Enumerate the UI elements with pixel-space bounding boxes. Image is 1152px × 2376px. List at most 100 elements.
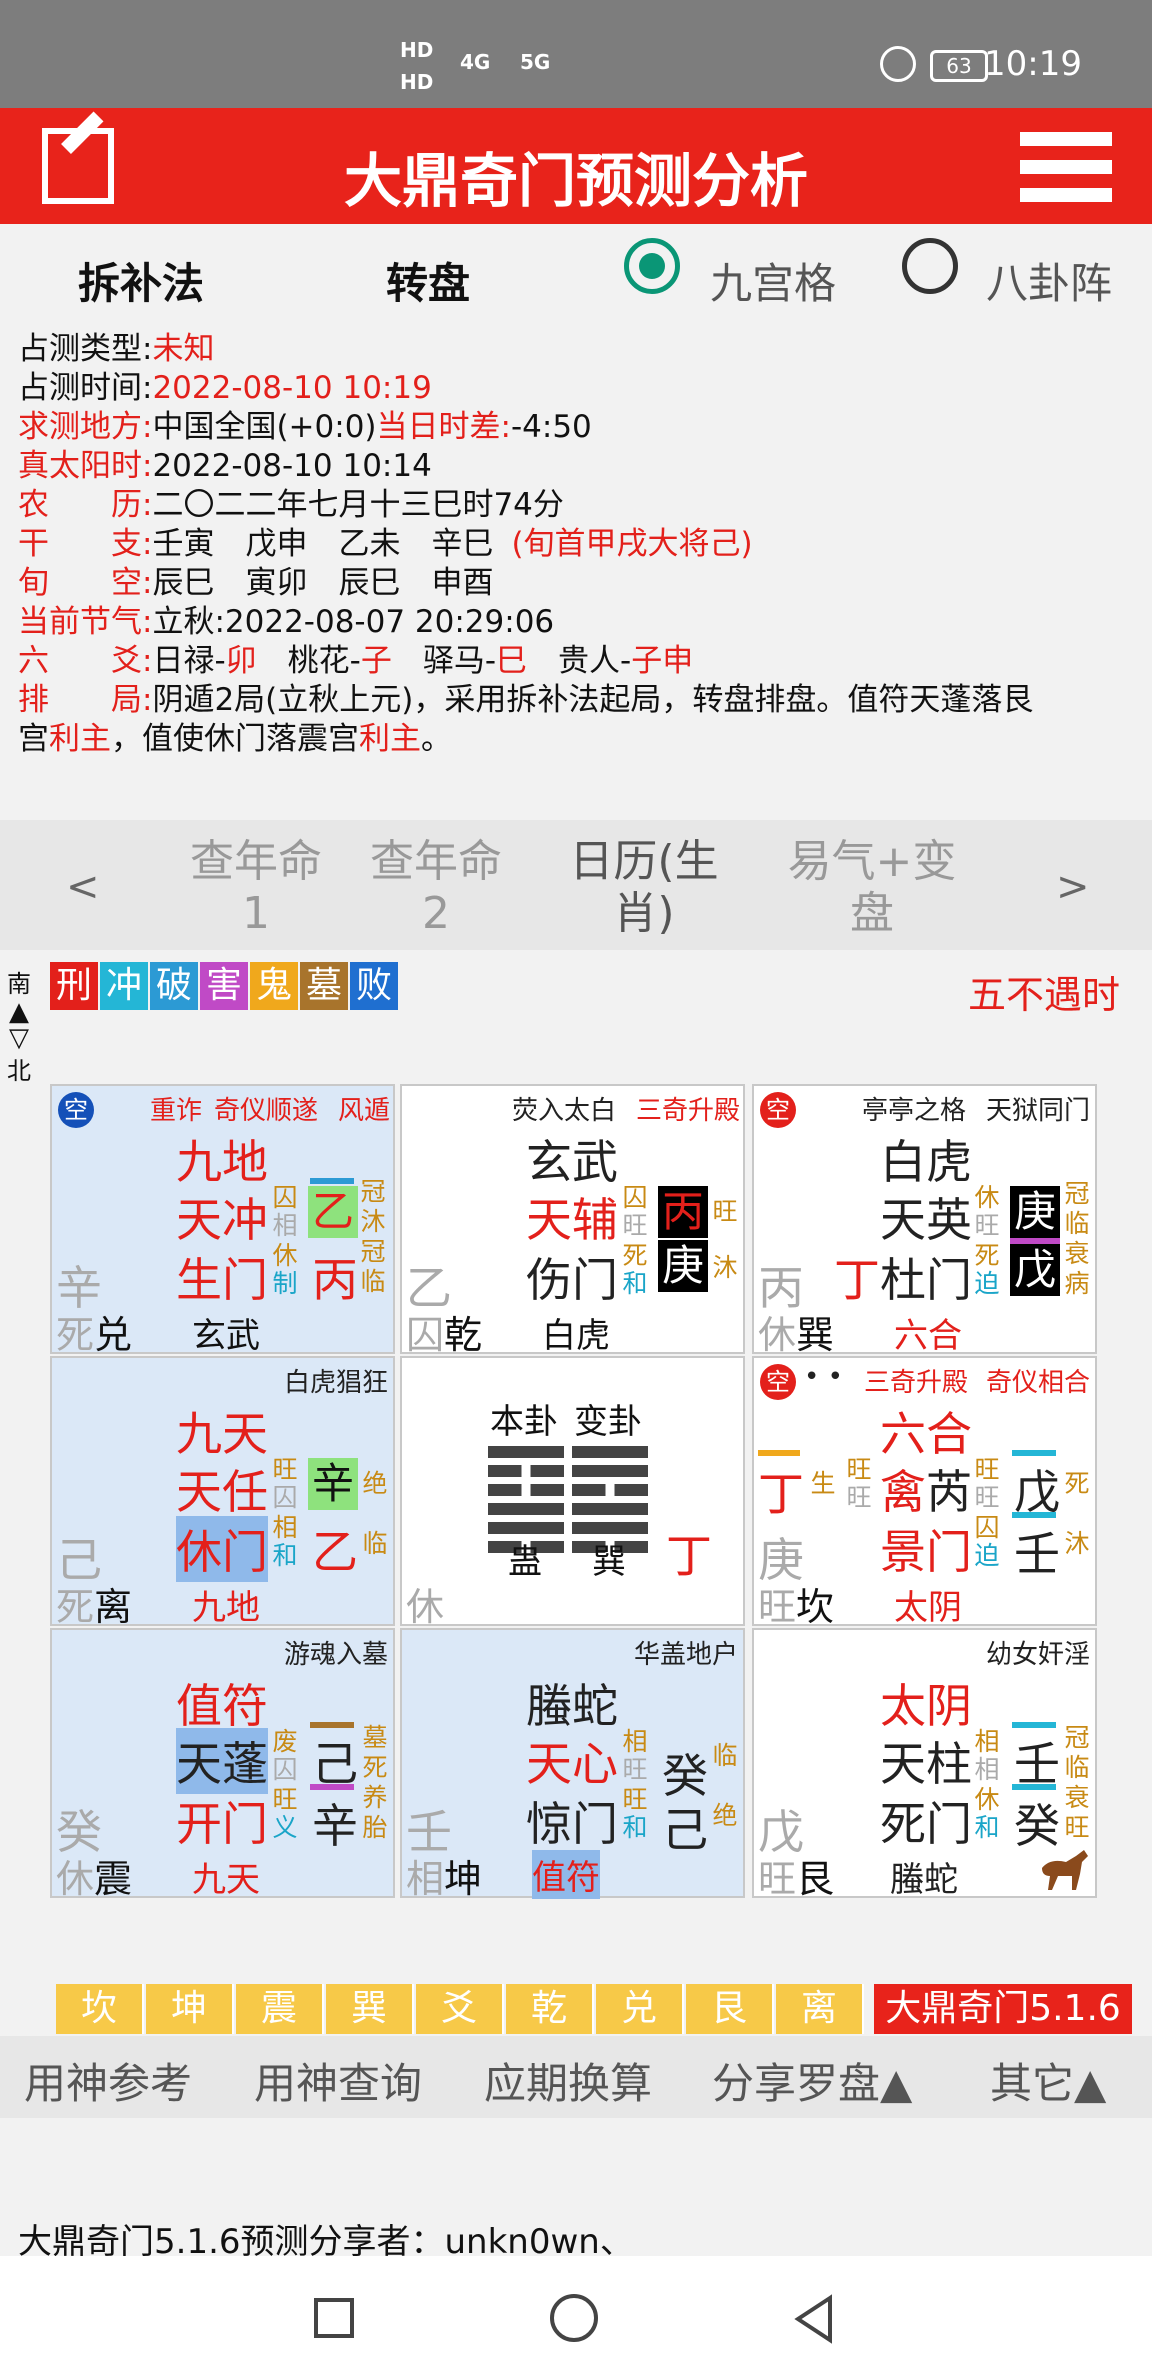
state-label: 旺 xyxy=(622,1785,648,1814)
palace-cell-li[interactable]: 荧入太白 三奇升殿 玄武 天辅 伤门 囚 旺 死 和 丙 庚 旺 沐 乙 囚乾 … xyxy=(400,1084,745,1357)
tab-chanianming-2[interactable]: 查年命 2 xyxy=(346,836,526,940)
marker-dots: • • xyxy=(804,1362,843,1392)
tab-chanianming-1[interactable]: 查年命 1 xyxy=(166,836,346,940)
info-label: 当日时差: xyxy=(376,409,511,445)
hd-signal-label: HD xyxy=(400,38,434,62)
earth-stem: 己 xyxy=(662,1803,708,1857)
tab-next-arrow[interactable]: > xyxy=(1056,864,1090,910)
radio-jiugongge-label[interactable]: 九宫格 xyxy=(710,250,836,311)
palace-name: 休巽 xyxy=(758,1304,834,1359)
state-label: 囚 xyxy=(622,1183,648,1212)
cycle-label: 冠 xyxy=(360,1237,386,1266)
palace-cell-zhen[interactable]: 白虎猖狂 九天 天任 休门 旺 囚 相 和 辛 乙 绝 临 己 死离 九地 xyxy=(50,1356,395,1629)
palace-cell-kan[interactable]: 华盖地户 螣蛇 天心 惊门 相 旺 旺 和 癸 己 临 绝 壬 相坤 值符 xyxy=(400,1628,745,1901)
bagua-zhen[interactable]: 震 xyxy=(236,1984,324,2034)
nav-yongshen-ref[interactable]: 用神参考 xyxy=(24,2050,192,2111)
state-label: 休 xyxy=(272,1241,298,1270)
cycle-label: 沐 xyxy=(360,1207,386,1236)
state-label: 旺 xyxy=(974,1455,1000,1484)
palace-name: 死兑 xyxy=(56,1304,132,1359)
info-value: 利主 xyxy=(359,721,421,757)
tab-label: 肖) xyxy=(613,888,675,939)
menu-icon[interactable] xyxy=(1020,132,1112,204)
door-label: 生门 xyxy=(176,1253,268,1307)
stem-label: 丁 xyxy=(834,1253,880,1307)
cycle-label: 胎 xyxy=(362,1813,388,1842)
palace-cell-qian[interactable]: 幼女奸淫 太阴 天柱 死门 相 相 休 和 壬 癸 冠 临 衰 旺 戊 旺艮 螣… xyxy=(752,1628,1097,1901)
4g-signal-icon: 4G xyxy=(460,50,491,74)
relation-bar xyxy=(310,1178,354,1184)
cycle-label: 冠 xyxy=(360,1177,386,1206)
bagua-gen[interactable]: 艮 xyxy=(686,1984,774,2034)
state-label: 死 xyxy=(622,1241,648,1270)
nav-share-compass[interactable]: 分享罗盘▲ xyxy=(712,2050,912,2111)
god-label: 九地 xyxy=(176,1135,268,1189)
bagua-dui[interactable]: 兑 xyxy=(596,1984,684,2034)
god-label: 玄武 xyxy=(526,1135,618,1189)
legend-hai: 害 xyxy=(200,962,248,1010)
god-label: 六合 xyxy=(880,1407,972,1461)
cycle-label: 衰 xyxy=(1064,1239,1090,1268)
nav-yongshen-query[interactable]: 用神查询 xyxy=(254,2050,422,2111)
cycle-label: 临 xyxy=(362,1529,388,1558)
palace-cell-kun[interactable]: 空 亭亭之格 天狱同门 白虎 天英 丁 杜门 休 旺 死 迫 庚 戊 冠 临 衰… xyxy=(752,1084,1097,1357)
state-label: 囚 xyxy=(272,1483,298,1512)
home-icon[interactable] xyxy=(550,2294,598,2342)
state-label: 和 xyxy=(974,1813,1000,1842)
palace-name: 旺坎 xyxy=(758,1576,834,1631)
app-title-bar: 大鼎奇门预测分析 xyxy=(0,108,1152,224)
info-label: 农 历: xyxy=(18,487,153,523)
state-label: 囚 xyxy=(272,1755,298,1784)
palace-cell-xun[interactable]: 空 重诈 奇仪顺遂 风遁 九地 天冲 生门 囚 相 休 制 乙 丙 冠 沐 冠 … xyxy=(50,1084,395,1357)
heaven-stem: 丙 xyxy=(658,1186,708,1238)
method-option[interactable]: 拆补法 xyxy=(78,250,204,311)
state-label: 囚 xyxy=(974,1513,1000,1542)
bagua-kun[interactable]: 坤 xyxy=(146,1984,234,2034)
pattern-label: 重诈 xyxy=(150,1096,203,1126)
tab-yiqi[interactable]: 易气+变盘 xyxy=(782,836,962,940)
star-label: 天心 xyxy=(526,1737,618,1791)
star-label: 禽 xyxy=(880,1465,926,1519)
recents-icon[interactable] xyxy=(314,2298,354,2338)
tab-calendar[interactable]: 日历(生 肖) xyxy=(554,836,734,940)
radio-baguazhen-label[interactable]: 八卦阵 xyxy=(986,250,1112,311)
palace-cell-dui[interactable]: 空 • • 三奇升殿 奇仪相合 六合 禽 芮 景门 丁 生 旺 旺 旺 旺 囚 … xyxy=(752,1356,1097,1629)
bagua-xun[interactable]: 巽 xyxy=(326,1984,414,2034)
bagua-li[interactable]: 离 xyxy=(776,1984,864,2034)
state-label: 制 xyxy=(272,1269,298,1298)
info-label: 六 爻: xyxy=(18,643,153,679)
palace-trigram: 艮 xyxy=(796,1857,835,1901)
god-label: 螣蛇 xyxy=(526,1679,618,1733)
nav-yingqi[interactable]: 应期换算 xyxy=(484,2050,652,2111)
status-bar: HD HD 4G 5G 63 10:19 xyxy=(0,0,1152,108)
bagua-qian[interactable]: 乾 xyxy=(506,1984,594,2034)
bagua-yao[interactable]: 爻 xyxy=(416,1984,504,2034)
back-icon[interactable] xyxy=(792,2294,836,2344)
app-title: 大鼎奇门预测分析 xyxy=(343,147,808,215)
info-value: 。 xyxy=(421,721,452,757)
nav-other[interactable]: 其它▲ xyxy=(990,2050,1106,2111)
earth-stem: 乙 xyxy=(312,1525,358,1579)
palace-cell-gen[interactable]: 游魂入墓 值符 天蓬 开门 废 囚 旺 义 己 辛 墓 死 养 胎 癸 休震 九… xyxy=(50,1628,395,1901)
ben-gua-label: 本卦 xyxy=(490,1402,558,1442)
door-state: 死 xyxy=(56,1585,95,1629)
palace-trigram: 震 xyxy=(94,1857,133,1901)
rotate-option[interactable]: 转盘 xyxy=(386,250,470,311)
state-label: 相 xyxy=(974,1755,1000,1784)
cycle-label: 死 xyxy=(1064,1469,1090,1498)
deity-label: 值符 xyxy=(532,1850,600,1899)
info-value: 子申 xyxy=(631,643,694,679)
bagua-kan[interactable]: 坎 xyxy=(56,1984,144,2034)
radio-jiugongge[interactable] xyxy=(624,238,680,294)
info-value: 驿马- xyxy=(391,643,497,679)
state-label: 相 xyxy=(272,1513,298,1542)
tab-prev-arrow[interactable]: < xyxy=(66,864,100,910)
star-label: 天英 xyxy=(880,1193,972,1247)
info-value: 立秋:2022-08-07 20:29:06 xyxy=(152,604,555,640)
compass-arrow-icon: ▲ ▽ xyxy=(9,997,29,1053)
god-label: 九天 xyxy=(176,1407,268,1461)
radio-baguazhen[interactable] xyxy=(902,238,958,294)
palace-cell-center[interactable]: 本卦 变卦 蛊 巽 丁 休 xyxy=(400,1356,745,1629)
state-label: 迫 xyxy=(974,1269,1000,1298)
state-label: 旺 xyxy=(272,1785,298,1814)
